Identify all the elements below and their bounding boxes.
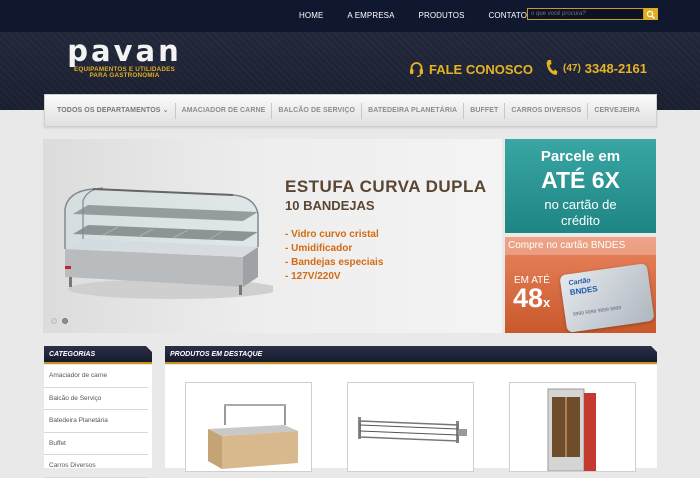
bndes-installments-number: 48	[513, 283, 544, 313]
installment-line-2: ATÉ 6X	[541, 167, 620, 193]
logo-tagline-2: PARA GASTRONOMIA	[89, 72, 160, 79]
bndes-installments-x: x	[543, 295, 551, 310]
dept-cervejeira[interactable]: CERVEJEIRA	[588, 103, 646, 119]
search-button[interactable]	[644, 8, 658, 20]
banner-feature: - 127V/220V	[285, 271, 341, 282]
buffet-counter-image	[208, 404, 298, 469]
featured-header: PRODUTOS EM DESTAQUE	[165, 346, 657, 364]
top-nav: HOME A EMPRESA PRODUTOS CONTATO	[299, 11, 551, 20]
bndes-card: Cartão BNDES 9999 9999 9999 9999	[559, 263, 655, 333]
product-card[interactable]	[347, 382, 474, 472]
banner-feature: - Bandejas especiais	[285, 257, 384, 268]
product-card[interactable]	[509, 382, 636, 472]
dept-todos[interactable]: TODOS OS DEPARTAMENTOS ⌄	[45, 102, 176, 119]
search-input[interactable]: o que você procura?	[527, 8, 644, 20]
dept-batedeira[interactable]: BATEDEIRA PLANETÁRIA	[362, 102, 465, 119]
category-item[interactable]: Batedeira Planetária	[44, 410, 148, 433]
dept-carros[interactable]: CARROS DIVERSOS	[505, 102, 589, 119]
slider-dot-2[interactable]	[62, 318, 68, 324]
nav-contato[interactable]: CONTATO	[489, 11, 527, 20]
phone-number: 3348-2161	[584, 60, 647, 76]
dept-balcao[interactable]: BALCÃO DE SERVIÇO	[272, 102, 363, 119]
slider-dot-1[interactable]	[51, 318, 57, 324]
display-warmer-image	[64, 187, 273, 299]
dept-amaciador[interactable]: AMACIADOR DE CARNE	[176, 102, 273, 119]
bndes-installments: 48x	[513, 283, 550, 314]
installment-line-4: crédito	[560, 213, 601, 228]
rotisserie-spit-image	[358, 417, 467, 443]
nav-produtos[interactable]: PRODUTOS	[419, 11, 465, 20]
phone-icon	[546, 60, 558, 75]
installment-line-1: Parcele em	[540, 148, 621, 165]
installment-banner[interactable]: Parcele em ATÉ 6X no cartão de crédito	[505, 139, 656, 233]
category-item[interactable]: Amaciador de carne	[44, 365, 148, 388]
slider-dots	[51, 318, 73, 324]
fale-conosco-label: FALE CONOSCO	[429, 61, 534, 77]
dept-todos-label: TODOS OS DEPARTAMENTOS	[57, 106, 161, 114]
phone-area: (47)	[563, 62, 581, 74]
bndes-title: Compre no cartão BNDES	[508, 240, 626, 251]
rotisserie-oven-image	[547, 388, 596, 471]
category-item[interactable]: Balcão de Serviço	[44, 388, 148, 410]
nav-home[interactable]: HOME	[299, 11, 323, 20]
chevron-down-icon: ⌄	[162, 106, 169, 114]
categories-header: CATEGORIAS	[44, 346, 152, 364]
category-item[interactable]: Carros Diversos	[44, 455, 148, 478]
category-item[interactable]: Buffet	[44, 433, 148, 455]
featured-products	[165, 365, 657, 472]
bndes-card-number: 9999 9999 9999 9999	[572, 305, 622, 318]
installment-line-3: no cartão de	[544, 197, 617, 212]
product-card[interactable]	[185, 382, 312, 472]
bndes-banner[interactable]: Compre no cartão BNDES EM ATÉ 48x Cartão…	[505, 237, 656, 333]
logo[interactable]: pavan	[57, 36, 192, 66]
dept-buffet[interactable]: BUFFET	[464, 102, 506, 119]
phone-contact: (47) 3348-2161	[545, 58, 647, 78]
banner-feature: - Umidificador	[285, 243, 353, 254]
department-nav: TODOS OS DEPARTAMENTOS ⌄ AMACIADOR DE CAR…	[44, 94, 657, 127]
search-icon	[646, 10, 655, 19]
main-banner[interactable]: ESTUFA CURVA DUPLA 10 BANDEJAS - Vidro c…	[43, 139, 502, 333]
categories-list: Amaciador de carne Balcão de Serviço Bat…	[44, 365, 152, 478]
banner-title-1: ESTUFA CURVA DUPLA	[285, 177, 487, 196]
banner-feature: - Vidro curvo cristal	[285, 229, 379, 240]
banner-title-2: 10 BANDEJAS	[285, 198, 375, 213]
fale-conosco-link[interactable]: FALE CONOSCO	[409, 60, 533, 78]
headset-icon	[410, 62, 423, 77]
nav-a-empresa[interactable]: A EMPRESA	[347, 11, 394, 20]
